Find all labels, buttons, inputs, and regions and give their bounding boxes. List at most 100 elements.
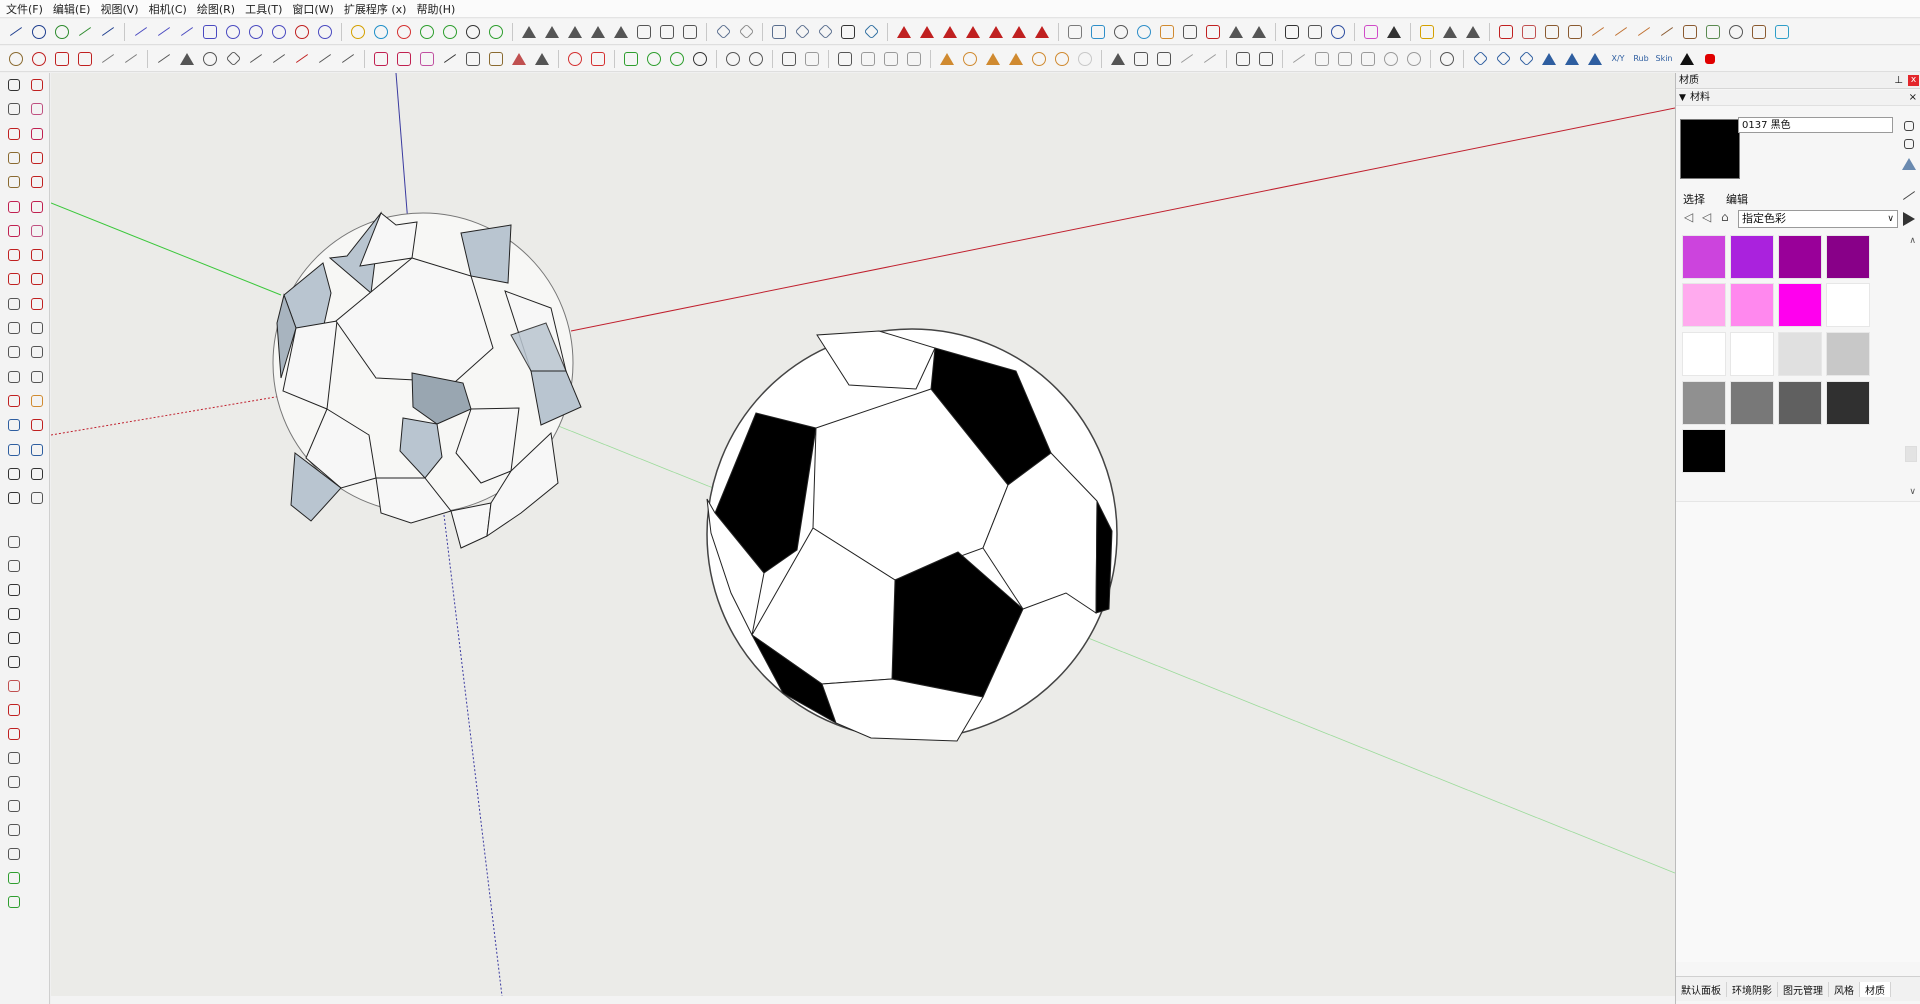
zoom-extents-icon[interactable] <box>5 441 23 459</box>
path-icon[interactable] <box>292 49 312 69</box>
sled-icon[interactable] <box>463 49 483 69</box>
group-icon[interactable] <box>1233 49 1253 69</box>
look-around-icon[interactable] <box>28 465 46 483</box>
pan-icon[interactable] <box>28 392 46 410</box>
color-swatch[interactable] <box>1730 332 1774 376</box>
close-panel-button[interactable]: x <box>1908 75 1919 86</box>
paint-bucket-icon[interactable] <box>5 100 23 118</box>
sail-icon[interactable] <box>509 49 529 69</box>
hook-icon[interactable] <box>246 22 266 42</box>
menu-item-6[interactable]: 窗口(W) <box>292 1 333 17</box>
color-swatch[interactable] <box>1730 235 1774 279</box>
leaf2-icon[interactable] <box>1200 49 1220 69</box>
dim-icon[interactable] <box>1075 49 1095 69</box>
globe-icon[interactable] <box>1111 22 1131 42</box>
page3-icon[interactable] <box>815 22 835 42</box>
wand2-icon[interactable] <box>121 49 141 69</box>
terrain2-icon[interactable] <box>5 701 23 719</box>
path3-icon[interactable] <box>338 49 358 69</box>
collapse-triangle-icon[interactable]: ▼ <box>1679 90 1686 106</box>
pie-icon[interactable] <box>28 222 46 240</box>
teapot-icon[interactable] <box>723 49 743 69</box>
forward-arrow-icon[interactable]: ◁ <box>1702 210 1711 224</box>
grid-icon[interactable] <box>1305 22 1325 42</box>
cube3-icon[interactable] <box>1154 49 1174 69</box>
tab-select[interactable]: 选择 <box>1683 191 1705 207</box>
plane-icon[interactable] <box>713 22 733 42</box>
leaf-icon[interactable] <box>1177 49 1197 69</box>
axis6-icon[interactable] <box>1009 22 1029 42</box>
play-icon[interactable] <box>1677 49 1697 69</box>
xy-icon[interactable]: X/Y <box>1608 49 1628 69</box>
materials-section-header[interactable]: ▼ 材料 × <box>1676 90 1920 106</box>
plane2-icon[interactable] <box>736 22 756 42</box>
smoove-icon[interactable] <box>5 773 23 791</box>
triangle-icon[interactable] <box>983 49 1003 69</box>
3d-text-icon[interactable] <box>28 368 46 386</box>
star-icon[interactable] <box>1029 49 1049 69</box>
target-icon[interactable] <box>486 22 506 42</box>
material-stack-icon[interactable] <box>1902 137 1916 151</box>
offset-icon[interactable] <box>28 295 46 313</box>
position-camera-icon[interactable] <box>5 465 23 483</box>
pin-icon[interactable]: ⊥ <box>1894 73 1903 89</box>
tray-tab-2[interactable]: 图元管理 <box>1778 981 1829 997</box>
tree-icon[interactable] <box>644 49 664 69</box>
layers-icon[interactable] <box>1282 22 1302 42</box>
color-swatch[interactable] <box>1778 235 1822 279</box>
soccer-ball-unfinished[interactable] <box>272 211 582 549</box>
diamond-icon[interactable] <box>223 49 243 69</box>
material-preview[interactable] <box>1680 119 1740 179</box>
group2-icon[interactable] <box>1256 49 1276 69</box>
menu-item-5[interactable]: 工具(T) <box>245 1 282 17</box>
plant-icon[interactable] <box>611 22 631 42</box>
warehouse2-icon[interactable] <box>5 605 23 623</box>
walk-icon[interactable] <box>5 489 23 507</box>
color-swatch[interactable] <box>1826 283 1870 327</box>
axis3-icon[interactable] <box>940 22 960 42</box>
axes-icon[interactable] <box>5 368 23 386</box>
check-icon[interactable] <box>690 49 710 69</box>
tray-tab-3[interactable]: 风格 <box>1829 981 1860 997</box>
shell3-icon[interactable] <box>588 22 608 42</box>
window2-icon[interactable] <box>858 49 878 69</box>
cube2-icon[interactable] <box>1131 49 1151 69</box>
shell-icon[interactable] <box>542 22 562 42</box>
wand-icon[interactable] <box>98 49 118 69</box>
page-icon[interactable] <box>769 22 789 42</box>
block-icon[interactable] <box>1680 22 1700 42</box>
book-icon[interactable] <box>75 49 95 69</box>
bench-icon[interactable] <box>486 49 506 69</box>
stamp-icon[interactable] <box>5 725 23 743</box>
protractor-icon[interactable] <box>5 343 23 361</box>
building-icon[interactable] <box>5 653 23 671</box>
rectangle-icon[interactable] <box>200 22 220 42</box>
path2-icon[interactable] <box>315 49 335 69</box>
trowel-icon[interactable] <box>1749 22 1769 42</box>
tab-edit[interactable]: 编辑 <box>1726 191 1748 207</box>
scale-icon[interactable] <box>5 295 23 313</box>
color-swatch[interactable] <box>1682 283 1726 327</box>
roof-icon[interactable] <box>1226 22 1246 42</box>
scroll-down-icon[interactable]: ∨ <box>1909 487 1916 497</box>
menu-item-4[interactable]: 绘图(R) <box>197 1 235 17</box>
select-icon[interactable] <box>5 76 23 94</box>
flower-icon[interactable] <box>394 22 414 42</box>
crate3-icon[interactable] <box>417 49 437 69</box>
dimension-icon[interactable] <box>28 319 46 337</box>
sphere-icon[interactable] <box>1328 22 1348 42</box>
panel-icon[interactable] <box>371 49 391 69</box>
window3-icon[interactable] <box>881 49 901 69</box>
wave-icon[interactable] <box>177 22 197 42</box>
arc-icon[interactable] <box>6 22 26 42</box>
color-swatch[interactable] <box>1778 332 1822 376</box>
spiral-icon[interactable] <box>52 22 72 42</box>
axis2-icon[interactable] <box>917 22 937 42</box>
flower2-icon[interactable] <box>29 49 49 69</box>
stack-icon[interactable] <box>838 22 858 42</box>
warehouse-icon[interactable] <box>5 581 23 599</box>
material-name-field[interactable]: 0137 黑色 <box>1738 117 1893 133</box>
scissors-icon[interactable] <box>246 49 266 69</box>
cursor-icon[interactable] <box>1384 22 1404 42</box>
arc-tool-icon[interactable] <box>5 198 23 216</box>
